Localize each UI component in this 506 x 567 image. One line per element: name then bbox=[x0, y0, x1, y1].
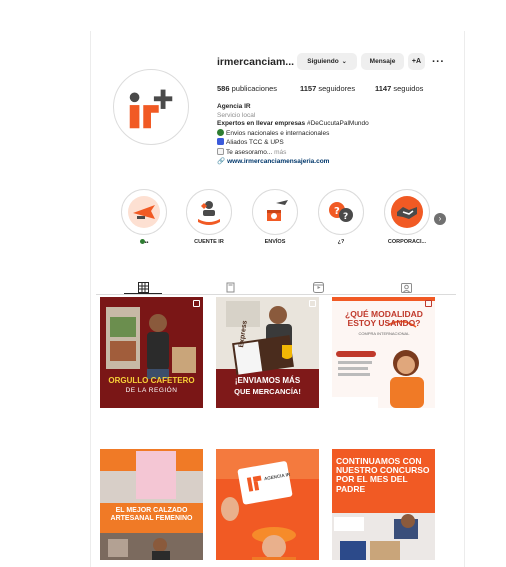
agencia-ir-logo-icon bbox=[129, 89, 173, 129]
post-mejor-calzado[interactable]: EL MEJOR CALZADO ARTESANAL FEMENINO bbox=[100, 449, 203, 560]
people-care-icon bbox=[190, 193, 228, 231]
following-stat[interactable]: 1147 seguidos bbox=[375, 84, 423, 93]
followers-label: seguidores bbox=[318, 84, 356, 93]
profile-bio: Agencia IR Servicio local Expertos en ll… bbox=[217, 103, 447, 166]
bio-line3: Aliados TCC & UPS bbox=[226, 139, 284, 147]
posts-count: 586 bbox=[217, 84, 230, 93]
post-3-title: ¿QUÉ MODALIDAD ESTOY USANDO? bbox=[345, 309, 423, 328]
reels-tab-icon[interactable] bbox=[225, 280, 236, 293]
bio-line1: Expertos en llevar empresas bbox=[217, 120, 306, 128]
post-que-modalidad[interactable]: ¿QUÉ MODALIDAD ESTOY USANDO? COMPRA INTE… bbox=[332, 297, 435, 408]
highlight-questions[interactable]: ?? ¿? bbox=[318, 189, 364, 245]
link-icon: 🔗 bbox=[217, 157, 226, 165]
box-plane-icon bbox=[256, 193, 294, 231]
posts-stat: 586 publicaciones bbox=[217, 84, 277, 93]
video-tab-icon[interactable] bbox=[313, 280, 324, 293]
post-agencia-ir-card[interactable]: AGENCIA IR bbox=[216, 449, 319, 560]
tabs-divider bbox=[96, 294, 456, 295]
post-1-title: ORGULLO CAFETERO bbox=[108, 376, 195, 385]
chevron-right-icon[interactable]: › bbox=[434, 213, 446, 225]
profile-avatar[interactable] bbox=[113, 69, 189, 145]
active-tab-indicator bbox=[124, 293, 162, 294]
post-enviamos-mas[interactable]: Express ¡ENVIAMOS MÁS QUE MERCANCÍA! bbox=[216, 297, 319, 408]
highlight-questions-label: ¿? bbox=[337, 239, 345, 245]
bio-website-link[interactable]: www.irmercanciamensajeria.com bbox=[227, 158, 329, 165]
tagged-tab-icon[interactable] bbox=[401, 280, 412, 293]
highlight-cuente-ir[interactable]: CUENTE IR bbox=[186, 189, 232, 245]
followers-count: 1157 bbox=[300, 84, 317, 93]
bio-line4: Te asesoramo... bbox=[226, 148, 273, 156]
post-concurso[interactable]: CONTINUAMOS CON NUESTRO CONCURSO POR EL … bbox=[332, 449, 435, 560]
post-2-title: ¡ENVIAMOS MÁS bbox=[234, 376, 301, 385]
bio-line2: Envios nacionales e internacionales bbox=[226, 129, 330, 137]
highlight-1[interactable]: •• bbox=[121, 189, 167, 246]
post-4-title: EL MEJOR CALZADO ARTESANAL FEMENINO bbox=[110, 507, 193, 522]
highlight-corporaci-label: CORPORACI... bbox=[387, 239, 427, 245]
highlight-envios[interactable]: ENVÍOS bbox=[252, 189, 298, 245]
grid-tab-icon[interactable] bbox=[138, 280, 149, 293]
following-count: 1147 bbox=[375, 84, 392, 93]
bio-category: Servicio local bbox=[217, 111, 256, 119]
following-button[interactable]: Siguiendo ⌄ bbox=[297, 53, 357, 70]
following-label: Siguiendo bbox=[307, 58, 339, 65]
multi-post-icon bbox=[309, 300, 316, 307]
handshake-icon bbox=[388, 193, 426, 231]
post-2-subtitle: QUE MERCANCÍA! bbox=[234, 387, 301, 396]
followers-stat[interactable]: 1157 seguidores bbox=[300, 84, 355, 93]
bio-hashtag[interactable]: #DeCucutaPalMundo bbox=[307, 120, 369, 127]
message-button[interactable]: Mensaje bbox=[361, 53, 404, 70]
question-bubbles-icon: ?? bbox=[322, 193, 360, 231]
highlight-envios-label: ENVÍOS bbox=[264, 239, 286, 245]
following-label-text: seguidos bbox=[393, 84, 424, 93]
profile-username: irmercanciam... bbox=[217, 56, 295, 68]
highlight-corporaci[interactable]: CORPORACI... bbox=[384, 189, 430, 245]
post-photo-calzado bbox=[100, 449, 203, 560]
post-6-title: CONTINUAMOS CON NUESTRO CONCURSO POR EL … bbox=[336, 456, 430, 494]
chevron-down-icon: ⌄ bbox=[341, 59, 347, 65]
highlight-cuente-ir-label: CUENTE IR bbox=[194, 239, 224, 245]
svg-text:?: ? bbox=[334, 206, 340, 217]
multi-post-icon bbox=[193, 300, 200, 307]
add-person-button[interactable]: +А bbox=[408, 53, 425, 70]
posts-label: publicaciones bbox=[231, 84, 278, 93]
svg-text:?: ? bbox=[343, 212, 348, 222]
globe-icon bbox=[217, 128, 224, 136]
memo-icon bbox=[217, 147, 224, 155]
post-orgullo-cafetero[interactable]: ORGULLO CAFETERO DE LA REGIÓN bbox=[100, 297, 203, 408]
airplane-icon bbox=[125, 193, 163, 231]
highlight-1-label: •• bbox=[144, 240, 149, 246]
post-1-subtitle: DE LA REGIÓN bbox=[125, 387, 178, 394]
bio-more-link[interactable]: más bbox=[274, 149, 286, 156]
more-options-icon[interactable]: ··· bbox=[432, 56, 445, 68]
multi-post-icon bbox=[425, 300, 432, 307]
post-photo-card bbox=[216, 449, 319, 560]
post-3-subtitle: COMPRA INTERNACIONAL bbox=[358, 331, 410, 336]
bio-name: Agencia IR bbox=[217, 103, 251, 110]
check-box-icon bbox=[217, 138, 224, 146]
